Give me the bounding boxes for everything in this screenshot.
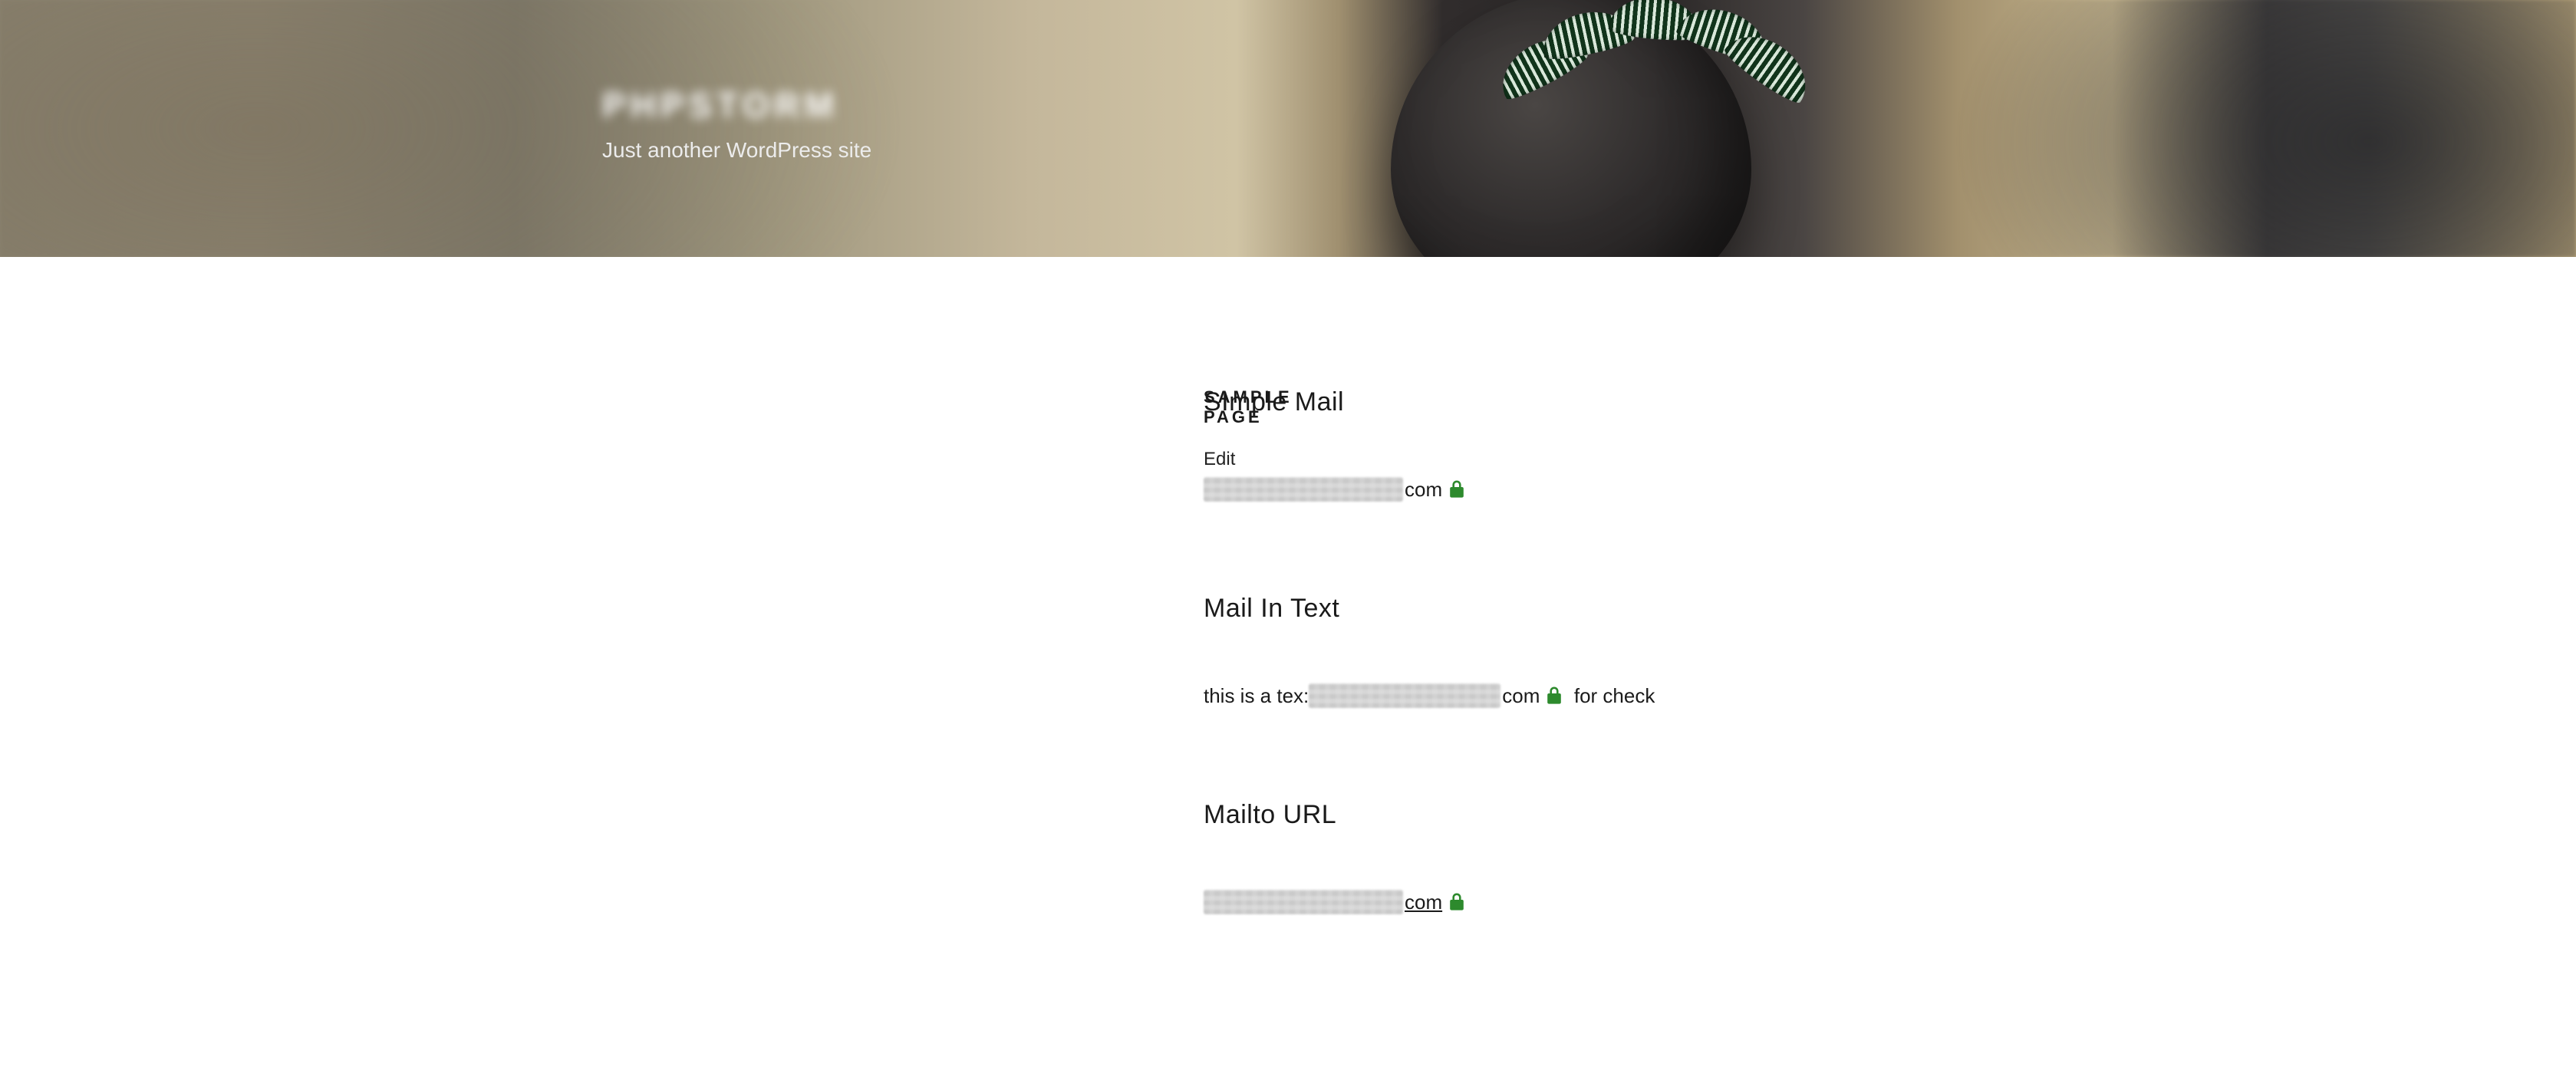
section-mailto-url: Mailto URL com <box>1204 800 1975 914</box>
sidebar: SAMPLE PAGE Edit <box>601 387 1204 945</box>
text-after: for check <box>1563 684 1655 708</box>
site-branding: PHPSTORM Just another WordPress site <box>602 84 871 163</box>
obscured-email-local <box>1204 890 1403 914</box>
site-tagline: Just another WordPress site <box>602 138 871 163</box>
hero-plant <box>1494 0 1824 143</box>
lock-icon <box>1448 479 1465 499</box>
simple-mail-line: com <box>1204 477 1975 502</box>
section-mail-in-text: Mail In Text this is a tex: com for chec… <box>1204 594 1975 708</box>
heading-simple-mail: SImple Mail <box>1204 387 1975 417</box>
mailto-link[interactable]: com <box>1405 891 1442 914</box>
mailto-link-tail: com <box>1405 891 1442 914</box>
mailto-line: com <box>1204 890 1975 914</box>
lock-icon <box>1448 892 1465 912</box>
heading-mailto-url: Mailto URL <box>1204 800 1975 830</box>
section-simple-mail: SImple Mail com <box>1204 387 1975 502</box>
mail-tail: com <box>1502 684 1540 708</box>
main-content: SImple Mail com Mail In Text this is a t… <box>1204 387 1975 945</box>
heading-mail-in-text: Mail In Text <box>1204 594 1975 624</box>
lock-icon <box>1546 686 1563 706</box>
mail-in-text-line: this is a tex: com for check <box>1204 683 1975 708</box>
obscured-email-local <box>1309 683 1500 708</box>
site-title[interactable]: PHPSTORM <box>602 84 871 126</box>
mail-tail: com <box>1405 478 1442 502</box>
obscured-email-local <box>1204 477 1403 502</box>
header-hero: PHPSTORM Just another WordPress site <box>0 0 2576 257</box>
text-before: this is a tex: <box>1204 684 1309 708</box>
